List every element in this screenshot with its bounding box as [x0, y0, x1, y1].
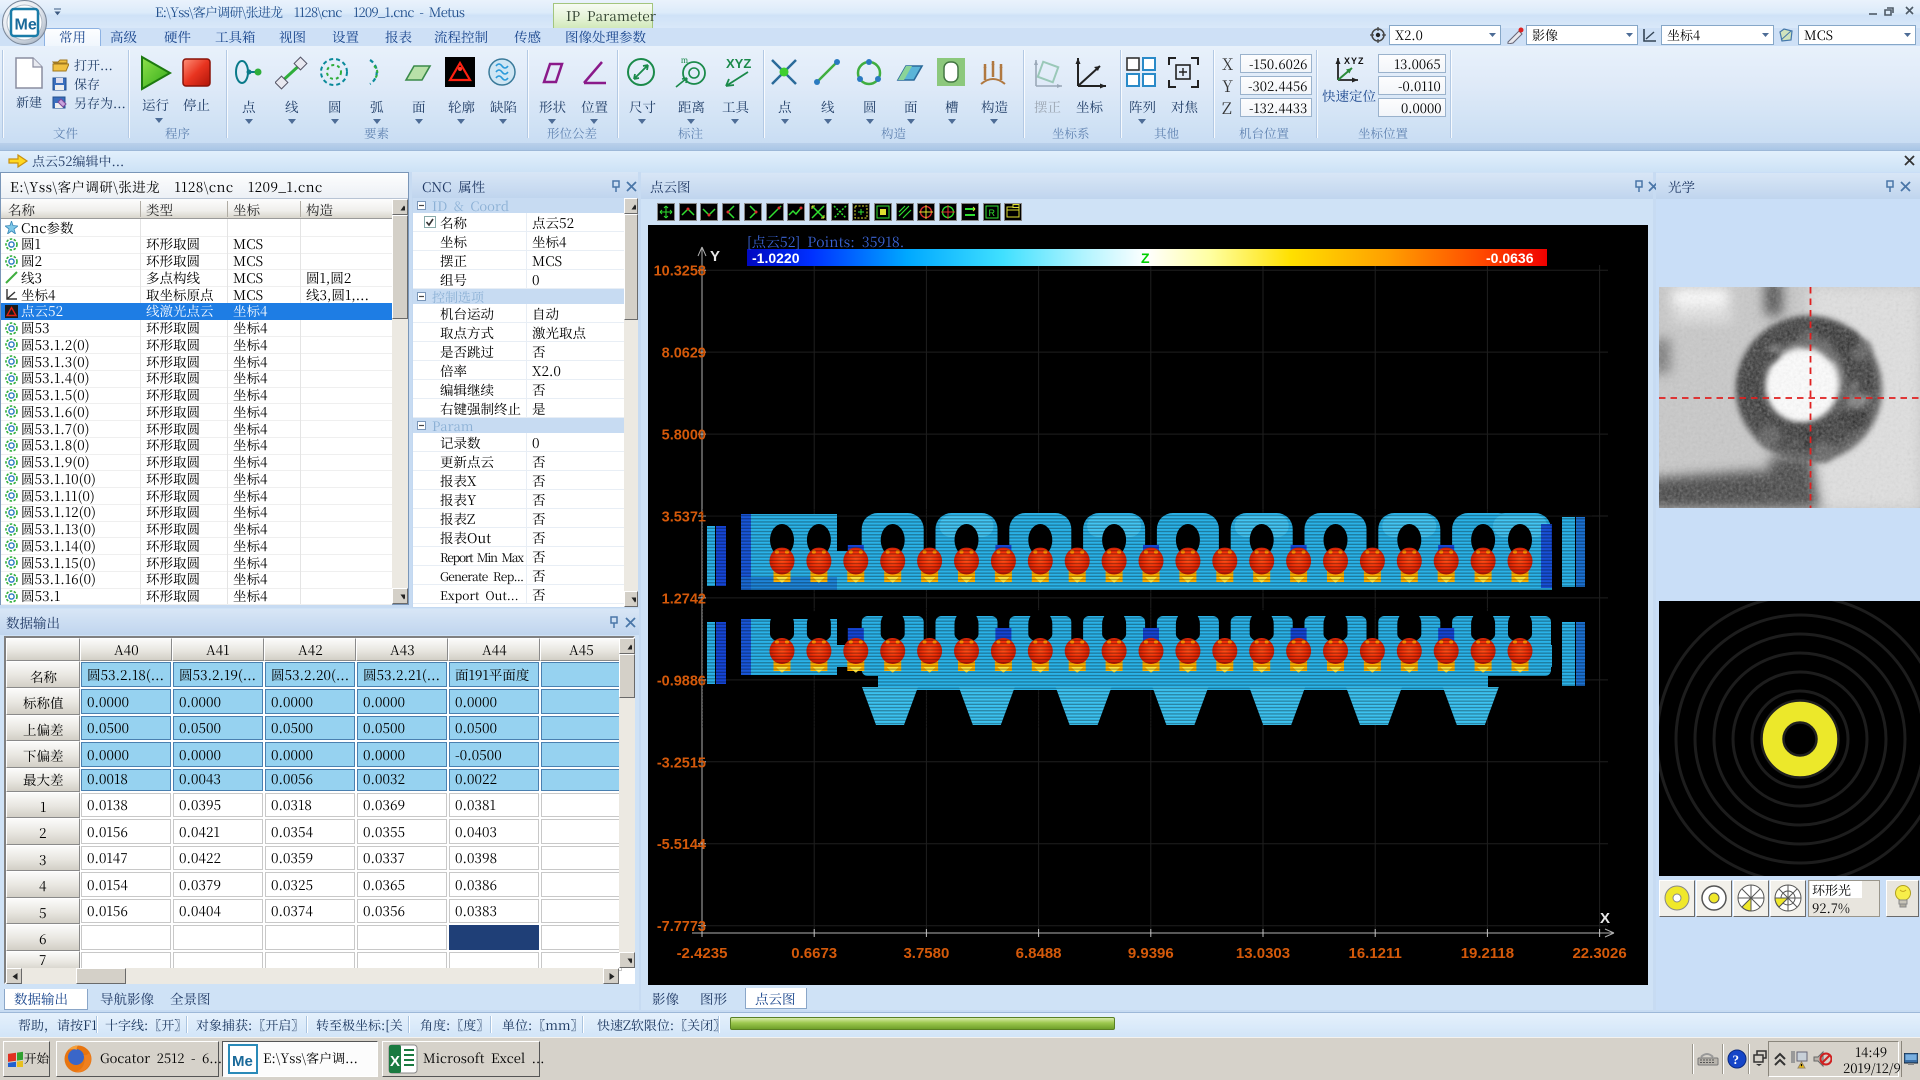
- svg-text:3.5371: 3.5371: [662, 510, 706, 526]
- svg-text:3.7580: 3.7580: [903, 945, 949, 962]
- svg-text:X: X: [390, 1053, 400, 1070]
- svg-text:5.8000: 5.8000: [662, 428, 706, 444]
- svg-text:-0.0636: -0.0636: [1486, 250, 1534, 266]
- svg-text:19.2118: 19.2118: [1461, 945, 1514, 962]
- svg-text:13.0303: 13.0303: [1236, 945, 1290, 962]
- svg-text:1.2742: 1.2742: [662, 591, 706, 607]
- svg-text:XYZ: XYZ: [1344, 56, 1365, 66]
- svg-text:22.3026: 22.3026: [1572, 945, 1626, 962]
- svg-text:0.6673: 0.6673: [791, 945, 837, 962]
- svg-text:Y: Y: [710, 248, 720, 265]
- svg-text:Z: Z: [1141, 250, 1150, 266]
- svg-text:-5.5144: -5.5144: [657, 837, 706, 853]
- svg-text:6.8488: 6.8488: [1016, 945, 1062, 962]
- svg-text:8.0629: 8.0629: [662, 346, 706, 362]
- svg-text:-2.4235: -2.4235: [677, 945, 728, 962]
- svg-text:9.9396: 9.9396: [1128, 945, 1174, 962]
- svg-text:-1.0220: -1.0220: [752, 250, 800, 266]
- svg-text:-7.7773: -7.7773: [657, 919, 706, 935]
- svg-text:XYZ: XYZ: [726, 56, 751, 71]
- svg-text:R: R: [988, 208, 995, 218]
- svg-text:Me: Me: [15, 17, 37, 34]
- svg-text:10.3258: 10.3258: [654, 264, 706, 280]
- svg-text:?: ?: [1733, 1052, 1740, 1067]
- svg-text:Me: Me: [232, 1053, 253, 1070]
- svg-text:-3.2515: -3.2515: [657, 755, 706, 771]
- svg-text:16.1211: 16.1211: [1348, 945, 1401, 962]
- svg-text:-0.9886: -0.9886: [657, 673, 706, 689]
- svg-text:X: X: [1600, 910, 1610, 927]
